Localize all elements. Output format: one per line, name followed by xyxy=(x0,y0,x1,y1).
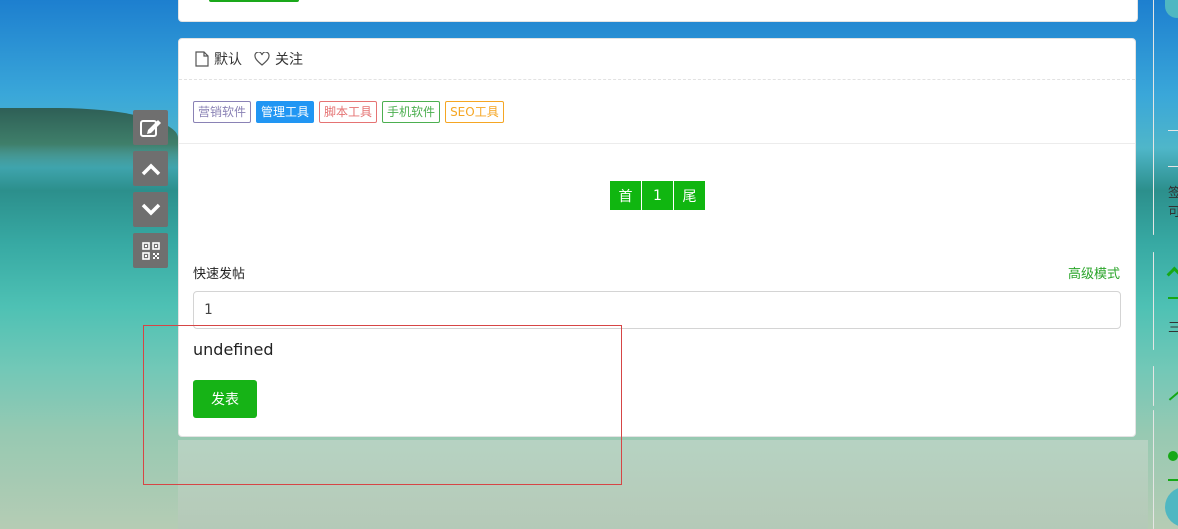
qrcode-icon xyxy=(141,241,160,260)
arrow-up-icon xyxy=(141,163,160,175)
tag-list: 营销软件 管理工具 脚本工具 手机软件 SEO工具 xyxy=(179,80,1135,144)
green-underline xyxy=(1168,297,1178,299)
tab-default[interactable]: 默认 xyxy=(195,49,242,69)
arrow-down-icon xyxy=(141,203,160,215)
right-sidebar-card-1: 签 可 xyxy=(1153,0,1178,235)
scroll-up-button[interactable] xyxy=(133,151,168,186)
tag-management-tools[interactable]: 管理工具 xyxy=(256,100,315,123)
edit-icon xyxy=(139,119,161,137)
selection-highlight-box xyxy=(143,325,622,485)
file-icon xyxy=(195,51,209,67)
tab-default-label: 默认 xyxy=(214,52,242,68)
quick-post-input[interactable]: 1 xyxy=(193,291,1121,329)
tag-marketing-software[interactable]: 营销软件 xyxy=(193,100,252,123)
top-card-green-text xyxy=(209,0,299,2)
green-icon xyxy=(1168,391,1178,401)
right-text-2: 可 xyxy=(1168,205,1178,220)
scroll-down-button[interactable] xyxy=(133,192,168,227)
tag-mobile-software[interactable]: 手机软件 xyxy=(382,100,441,123)
right-text-3: 三 xyxy=(1168,321,1178,336)
top-card xyxy=(178,0,1138,22)
avatar xyxy=(1165,487,1178,527)
chat-icon xyxy=(1168,451,1178,461)
tag-seo-tools[interactable]: SEO工具 xyxy=(445,100,504,123)
right-text-1: 签 xyxy=(1168,186,1178,201)
page-last-button[interactable]: 尾 xyxy=(674,181,705,210)
pagination: 首 1 尾 xyxy=(610,181,706,210)
tab-follow[interactable]: 关注 xyxy=(254,49,303,69)
divider xyxy=(1168,130,1178,131)
avatar xyxy=(1165,0,1178,18)
quick-post-label: 快速发帖 xyxy=(193,267,246,282)
edit-tool-button[interactable] xyxy=(133,110,168,145)
side-toolbar xyxy=(133,110,168,274)
right-sidebar-card-4 xyxy=(1153,410,1178,529)
divider xyxy=(1168,166,1178,167)
heart-icon xyxy=(254,52,270,66)
green-underline xyxy=(1168,479,1178,481)
page-current-button[interactable]: 1 xyxy=(642,181,673,210)
green-icon xyxy=(1166,266,1178,287)
tab-follow-label: 关注 xyxy=(275,52,303,68)
page-first-button[interactable]: 首 xyxy=(610,181,641,210)
tag-script-tools[interactable]: 脚本工具 xyxy=(319,100,378,123)
tab-bar: 默认 关注 xyxy=(179,39,1135,80)
right-sidebar-card-2: 三 xyxy=(1153,252,1178,350)
right-sidebar-card-3 xyxy=(1153,366,1178,406)
advanced-mode-link[interactable]: 高级模式 xyxy=(1068,263,1120,282)
qrcode-button[interactable] xyxy=(133,233,168,268)
